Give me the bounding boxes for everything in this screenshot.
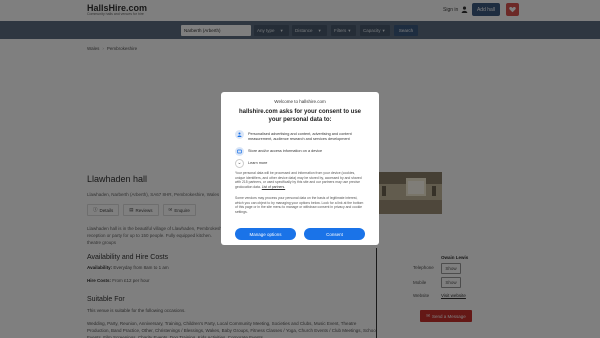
consent-welcome: Welcome to hallshire.com [274, 99, 326, 104]
consent-body-2: Some vendors may process your personal d… [235, 196, 364, 214]
person-icon [235, 130, 244, 139]
consent-dialog: Welcome to hallshire.com hallshire.com a… [221, 92, 379, 245]
consent-purpose-storage: Store and/or access information on a dev… [235, 147, 369, 156]
chevron-down-icon: ⌄ [235, 159, 244, 168]
consent-purpose-ads: Personalised advertising and content, ad… [235, 130, 369, 142]
consent-body-1-text: Your personal data will be processed and… [235, 171, 362, 189]
consent-purpose-storage-text: Store and/or access information on a dev… [248, 148, 323, 153]
consent-body-1: Your personal data will be processed and… [235, 171, 365, 189]
device-storage-icon [235, 147, 244, 156]
consent-button[interactable]: Consent [304, 228, 365, 240]
manage-options-button[interactable]: Manage options [235, 228, 296, 240]
list-of-partners-link[interactable]: List of partners. [262, 185, 285, 189]
consent-title: hallshire.com asks for your consent to u… [238, 109, 362, 123]
learn-more-link[interactable]: Learn more [248, 159, 267, 166]
consent-purpose-ads-text: Personalised advertising and content, ad… [248, 131, 352, 141]
learn-more-row[interactable]: ⌄ Learn more [235, 159, 369, 168]
